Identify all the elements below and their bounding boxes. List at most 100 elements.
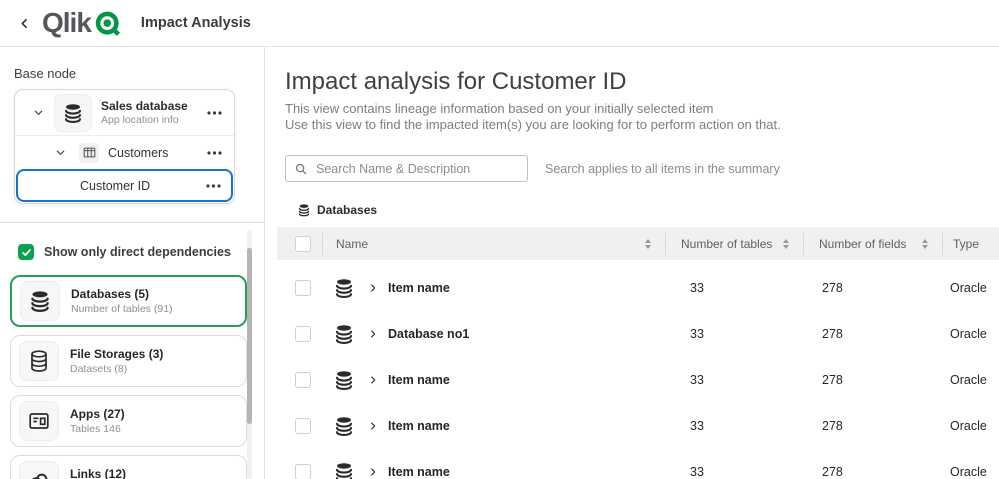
page-title: Impact Analysis — [140, 15, 251, 31]
search-icon — [294, 162, 308, 176]
row-type-value: Oracle — [950, 281, 987, 295]
row-checkbox[interactable] — [295, 280, 311, 296]
search-note: Search applies to all items in the summa… — [545, 161, 780, 176]
database-icon — [335, 371, 353, 391]
chevron-left-icon — [21, 18, 27, 28]
row-fields-value: 278 — [822, 419, 843, 433]
base-node-tree: Sales database App location info Custome… — [14, 89, 235, 204]
tree-item-title: Sales database — [101, 99, 188, 113]
table-row[interactable]: Item name 33 278 Oracle — [277, 449, 999, 479]
expand-chevron-right-icon[interactable] — [368, 375, 378, 385]
sort-icon[interactable] — [645, 238, 651, 249]
description-line-2: Use this view to find the impacted item(… — [285, 116, 781, 132]
tree-item-customers[interactable]: Customers — [15, 136, 234, 169]
description-line-1: This view contains lineage information b… — [285, 101, 714, 116]
category-subtitle: Datasets (8) — [70, 363, 128, 375]
qlik-logo-text: Qlik — [42, 7, 92, 38]
check-icon — [21, 248, 31, 256]
row-checkbox[interactable] — [295, 372, 311, 388]
storage-icon — [31, 350, 47, 372]
links-icon-box — [19, 461, 59, 479]
table-row[interactable]: Item name 33 278 Oracle — [277, 265, 999, 311]
tree-item-customer-id-selected[interactable]: Customer ID — [16, 169, 233, 202]
row-type-value: Oracle — [950, 465, 987, 479]
expand-chevron-right-icon[interactable] — [368, 329, 378, 339]
category-title: Links (12) — [70, 467, 127, 479]
main-panel: Impact analysis for Customer ID This vie… — [265, 47, 999, 479]
results-table: Name Number of tables Number of fields T… — [277, 227, 999, 479]
main-title: Impact analysis for Customer ID — [285, 68, 627, 95]
apps-icon-box — [19, 401, 59, 441]
table-body: Item name 33 278 Oracle Database no1 33 … — [277, 265, 999, 479]
database-icon — [335, 417, 353, 437]
database-icon — [31, 291, 49, 312]
category-card-links[interactable]: Links (12) Relevant Information — [10, 455, 247, 479]
row-fields-value: 278 — [822, 327, 843, 341]
row-tables-value: 33 — [690, 327, 704, 341]
row-checkbox[interactable] — [295, 326, 311, 342]
expand-chevron-right-icon[interactable] — [368, 283, 378, 293]
row-tables-value: 33 — [690, 373, 704, 387]
select-all-checkbox[interactable] — [295, 235, 311, 252]
qlik-q-icon — [95, 11, 120, 36]
row-type-value: Oracle — [950, 419, 987, 433]
more-menu-button[interactable] — [207, 110, 222, 115]
table-icon-box — [79, 142, 99, 163]
chevron-down-icon[interactable] — [33, 107, 44, 118]
direct-dependencies-toggle[interactable]: Show only direct dependencies — [18, 244, 264, 260]
app-header: Qlik Impact Analysis — [0, 0, 999, 47]
column-header-name: Name — [336, 236, 369, 251]
row-item-name: Item name — [388, 373, 450, 387]
more-menu-button[interactable] — [206, 183, 221, 188]
sort-icon[interactable] — [783, 238, 789, 249]
search-box[interactable] — [285, 155, 528, 182]
table-row[interactable]: Item name 33 278 Oracle — [277, 357, 999, 403]
table-icon — [83, 147, 95, 158]
checked-checkbox[interactable] — [18, 244, 34, 260]
tree-item-sales-database[interactable]: Sales database App location info — [15, 90, 234, 136]
category-title: File Storages (3) — [70, 347, 164, 361]
base-node-label: Base node — [14, 66, 77, 81]
column-header-fields: Number of fields — [819, 236, 907, 251]
sort-icon[interactable] — [922, 238, 928, 249]
row-item-name: Item name — [388, 281, 450, 295]
expand-chevron-right-icon[interactable] — [368, 467, 378, 477]
back-button[interactable] — [14, 11, 34, 35]
row-item-name: Item name — [388, 465, 450, 479]
category-list: Databases (5) Number of tables (91) File… — [10, 275, 264, 479]
sidebar-divider — [0, 222, 264, 223]
row-type-value: Oracle — [950, 373, 987, 387]
row-checkbox[interactable] — [295, 464, 311, 479]
row-type-value: Oracle — [950, 327, 987, 341]
row-item-name: Database no1 — [388, 327, 470, 341]
category-card-databases[interactable]: Databases (5) Number of tables (91) — [10, 275, 247, 327]
database-icon — [335, 325, 353, 345]
category-card-file-storages[interactable]: File Storages (3) Datasets (8) — [10, 335, 247, 387]
column-header-type: Type — [953, 236, 980, 251]
category-card-apps[interactable]: Apps (27) Tables 146 — [10, 395, 247, 447]
row-tables-value: 33 — [690, 419, 704, 433]
database-icon — [335, 463, 353, 479]
search-input[interactable] — [314, 160, 508, 177]
category-title: Databases (5) — [71, 287, 150, 301]
chevron-down-icon[interactable] — [55, 147, 66, 158]
sidebar-scrollbar-thumb[interactable] — [247, 248, 252, 424]
row-tables-value: 33 — [690, 281, 704, 295]
database-icon — [64, 103, 82, 123]
tree-item-title: Customer ID — [80, 178, 151, 193]
category-title: Apps (27) — [70, 407, 125, 421]
column-header-tables: Number of tables — [681, 236, 773, 251]
expand-chevron-right-icon[interactable] — [368, 421, 378, 431]
tree-item-subtitle: App location info — [101, 114, 179, 126]
apps-icon — [29, 413, 49, 429]
qlik-logo[interactable]: Qlik — [42, 6, 124, 40]
row-fields-value: 278 — [822, 281, 843, 295]
more-menu-button[interactable] — [207, 150, 222, 155]
section-label-text: Databases — [317, 203, 378, 217]
row-checkbox[interactable] — [295, 418, 311, 434]
database-icon — [298, 204, 310, 217]
sidebar-scrollbar-track[interactable] — [247, 230, 252, 479]
content: Base node Sales database App location in… — [0, 47, 999, 479]
table-row[interactable]: Database no1 33 278 Oracle — [277, 311, 999, 357]
table-row[interactable]: Item name 33 278 Oracle — [277, 403, 999, 449]
